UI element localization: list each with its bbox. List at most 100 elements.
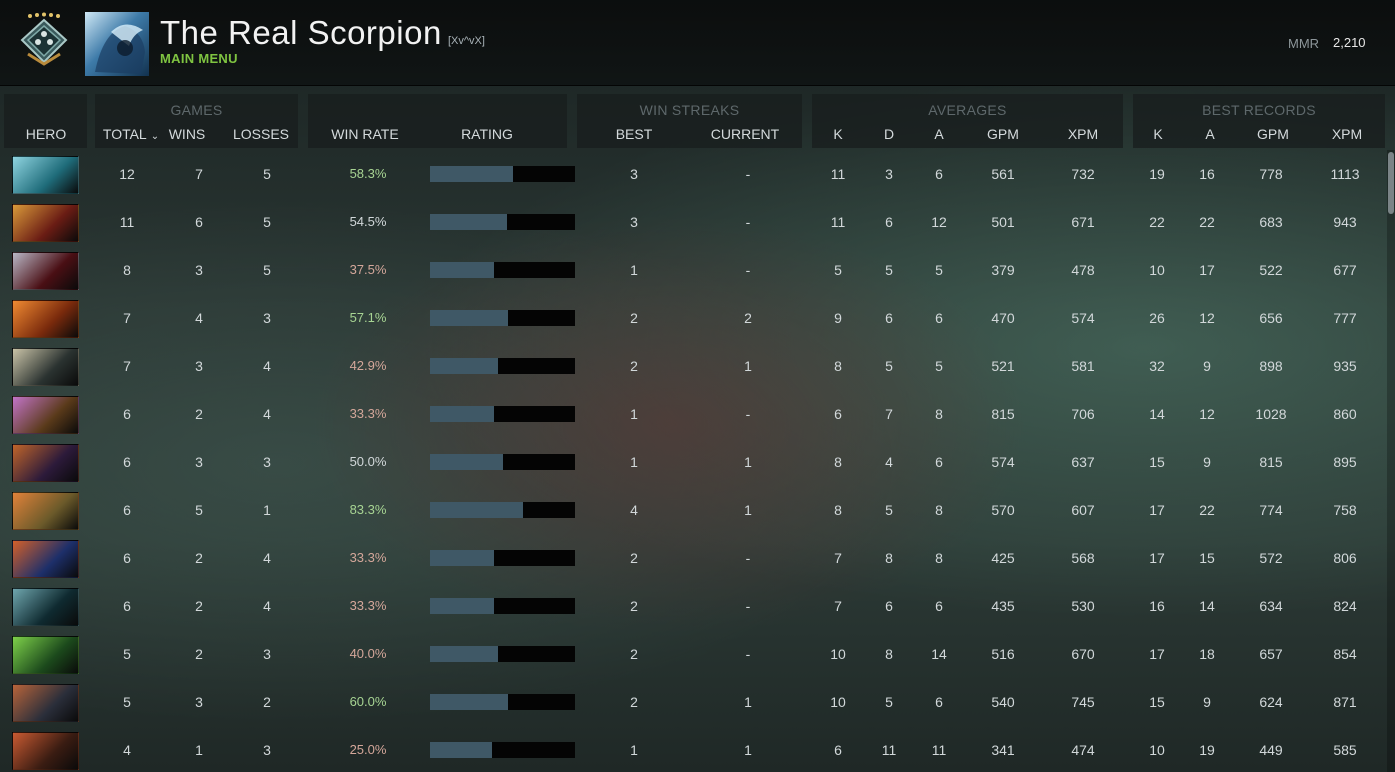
table-row[interactable]: 4 1 3 25.0% 1 1 6 11 11 341 474 10 19 449 585 <box>0 728 1385 772</box>
best-assists-cell: 14 <box>1199 598 1215 614</box>
column-header-total[interactable]: TOTAL ⌄ <box>98 126 164 142</box>
column-header-avg-kills[interactable]: K <box>824 126 852 142</box>
rating-bar-fill <box>430 214 507 230</box>
table-row[interactable]: 6 2 4 33.3% 2 - 7 6 6 435 530 16 14 634 824 <box>0 584 1385 632</box>
best-kills-cell: 17 <box>1149 550 1165 566</box>
avg-kills-cell: 11 <box>830 214 846 230</box>
total-games-cell: 6 <box>123 502 131 518</box>
best-gpm-cell: 774 <box>1259 502 1283 518</box>
win-rate-cell: 37.5% <box>349 262 387 277</box>
column-header-hero[interactable]: HERO <box>10 126 82 142</box>
best-streak-cell: 3 <box>630 214 638 230</box>
rating-bar-fill <box>430 358 498 374</box>
hero-portrait-icon[interactable] <box>12 252 79 290</box>
player-avatar[interactable] <box>85 12 149 76</box>
rank-medal-icon[interactable] <box>16 12 72 68</box>
table-row[interactable]: 6 3 3 50.0% 1 1 8 4 6 574 637 15 9 815 895 <box>0 440 1385 488</box>
rating-bar <box>430 598 575 614</box>
hero-portrait-icon[interactable] <box>12 156 79 194</box>
best-gpm-cell: 656 <box>1259 310 1283 326</box>
avg-xpm-cell: 607 <box>1071 502 1095 518</box>
best-assists-cell: 22 <box>1199 214 1215 230</box>
avg-assists-cell: 6 <box>935 166 943 182</box>
current-streak-cell: 1 <box>744 694 752 710</box>
avg-gpm-cell: 435 <box>991 598 1015 614</box>
losses-cell: 5 <box>263 166 271 182</box>
best-gpm-cell: 815 <box>1259 454 1283 470</box>
avg-deaths-cell: 8 <box>885 646 893 662</box>
table-row[interactable]: 8 3 5 37.5% 1 - 5 5 5 379 478 10 17 522 677 <box>0 248 1385 296</box>
column-header-wins[interactable]: WINS <box>164 126 210 142</box>
avg-kills-cell: 6 <box>834 742 842 758</box>
table-row[interactable]: 12 7 5 58.3% 3 - 11 3 6 561 732 19 16 778 1113 <box>0 152 1385 200</box>
total-games-cell: 4 <box>123 742 131 758</box>
table-row[interactable]: 7 4 3 57.1% 2 2 9 6 6 470 574 26 12 656 777 <box>0 296 1385 344</box>
best-streak-cell: 4 <box>630 502 638 518</box>
column-header-win-rate[interactable]: WIN RATE <box>320 126 410 142</box>
column-header-losses[interactable]: LOSSES <box>228 126 294 142</box>
avg-deaths-cell: 8 <box>885 550 893 566</box>
scrollbar-track[interactable] <box>1387 150 1395 772</box>
hero-portrait-icon[interactable] <box>12 396 79 434</box>
total-games-cell: 6 <box>123 406 131 422</box>
best-xpm-cell: 585 <box>1333 742 1357 758</box>
win-rate-cell: 33.3% <box>349 598 387 613</box>
table-row[interactable]: 5 2 3 40.0% 2 - 10 8 14 516 670 17 18 657 854 <box>0 632 1385 680</box>
table-row[interactable]: 7 3 4 42.9% 2 1 8 5 5 521 581 32 9 898 935 <box>0 344 1385 392</box>
rating-bar-fill <box>430 310 508 326</box>
wins-cell: 6 <box>195 214 203 230</box>
column-header-best-streak[interactable]: BEST <box>604 126 664 142</box>
table-row[interactable]: 11 6 5 54.5% 3 - 11 6 12 501 671 22 22 683 943 <box>0 200 1385 248</box>
column-header-total-label: TOTAL <box>102 126 147 142</box>
best-xpm-cell: 871 <box>1333 694 1357 710</box>
column-header-rating[interactable]: RATING <box>440 126 534 142</box>
column-header-avg-gpm[interactable]: GPM <box>978 126 1028 142</box>
best-assists-cell: 12 <box>1199 310 1215 326</box>
table-row[interactable]: 6 2 4 33.3% 2 - 7 8 8 425 568 17 15 572 806 <box>0 536 1385 584</box>
hero-portrait-icon[interactable] <box>12 636 79 674</box>
hero-portrait-icon[interactable] <box>12 732 79 770</box>
hero-portrait-icon[interactable] <box>12 444 79 482</box>
best-streak-cell: 3 <box>630 166 638 182</box>
avg-assists-cell: 6 <box>935 454 943 470</box>
column-header-best-kills[interactable]: K <box>1144 126 1172 142</box>
best-gpm-cell: 1028 <box>1255 406 1287 422</box>
hero-portrait-icon[interactable] <box>12 588 79 626</box>
main-menu-link[interactable]: MAIN MENU <box>160 51 238 66</box>
scrollbar-thumb[interactable] <box>1388 152 1394 214</box>
rating-bar-fill <box>430 166 513 182</box>
hero-portrait-icon[interactable] <box>12 204 79 242</box>
column-header-avg-xpm[interactable]: XPM <box>1058 126 1108 142</box>
avg-kills-cell: 7 <box>834 598 842 614</box>
losses-cell: 4 <box>263 550 271 566</box>
hero-portrait-icon[interactable] <box>12 348 79 386</box>
hero-portrait-icon[interactable] <box>12 492 79 530</box>
column-header-best-assists[interactable]: A <box>1196 126 1224 142</box>
hero-portrait-icon[interactable] <box>12 684 79 722</box>
avg-gpm-cell: 516 <box>991 646 1015 662</box>
avg-xpm-cell: 670 <box>1071 646 1095 662</box>
column-header-best-gpm[interactable]: GPM <box>1248 126 1298 142</box>
table-row[interactable]: 6 5 1 83.3% 4 1 8 5 8 570 607 17 22 774 758 <box>0 488 1385 536</box>
table-row[interactable]: 6 2 4 33.3% 1 - 6 7 8 815 706 14 12 1028 860 <box>0 392 1385 440</box>
best-xpm-cell: 895 <box>1333 454 1357 470</box>
column-header-current-streak[interactable]: CURRENT <box>700 126 790 142</box>
best-streak-cell: 2 <box>630 550 638 566</box>
hero-portrait-icon[interactable] <box>12 540 79 578</box>
win-rate-cell: 50.0% <box>349 454 387 469</box>
column-header-avg-deaths[interactable]: D <box>876 126 902 142</box>
hero-portrait-icon[interactable] <box>12 300 79 338</box>
best-assists-cell: 22 <box>1199 502 1215 518</box>
rating-bar <box>430 214 575 230</box>
column-header-avg-assists[interactable]: A <box>926 126 952 142</box>
wins-cell: 3 <box>195 262 203 278</box>
rating-bar <box>430 406 575 422</box>
table-row[interactable]: 5 3 2 60.0% 2 1 10 5 6 540 745 15 9 624 871 <box>0 680 1385 728</box>
avg-kills-cell: 8 <box>834 454 842 470</box>
win-rate-cell: 60.0% <box>349 694 387 709</box>
total-games-cell: 12 <box>119 166 135 182</box>
column-header-best-xpm[interactable]: XPM <box>1322 126 1372 142</box>
wins-cell: 3 <box>195 358 203 374</box>
current-streak-cell: - <box>745 166 751 182</box>
best-kills-cell: 32 <box>1149 358 1165 374</box>
